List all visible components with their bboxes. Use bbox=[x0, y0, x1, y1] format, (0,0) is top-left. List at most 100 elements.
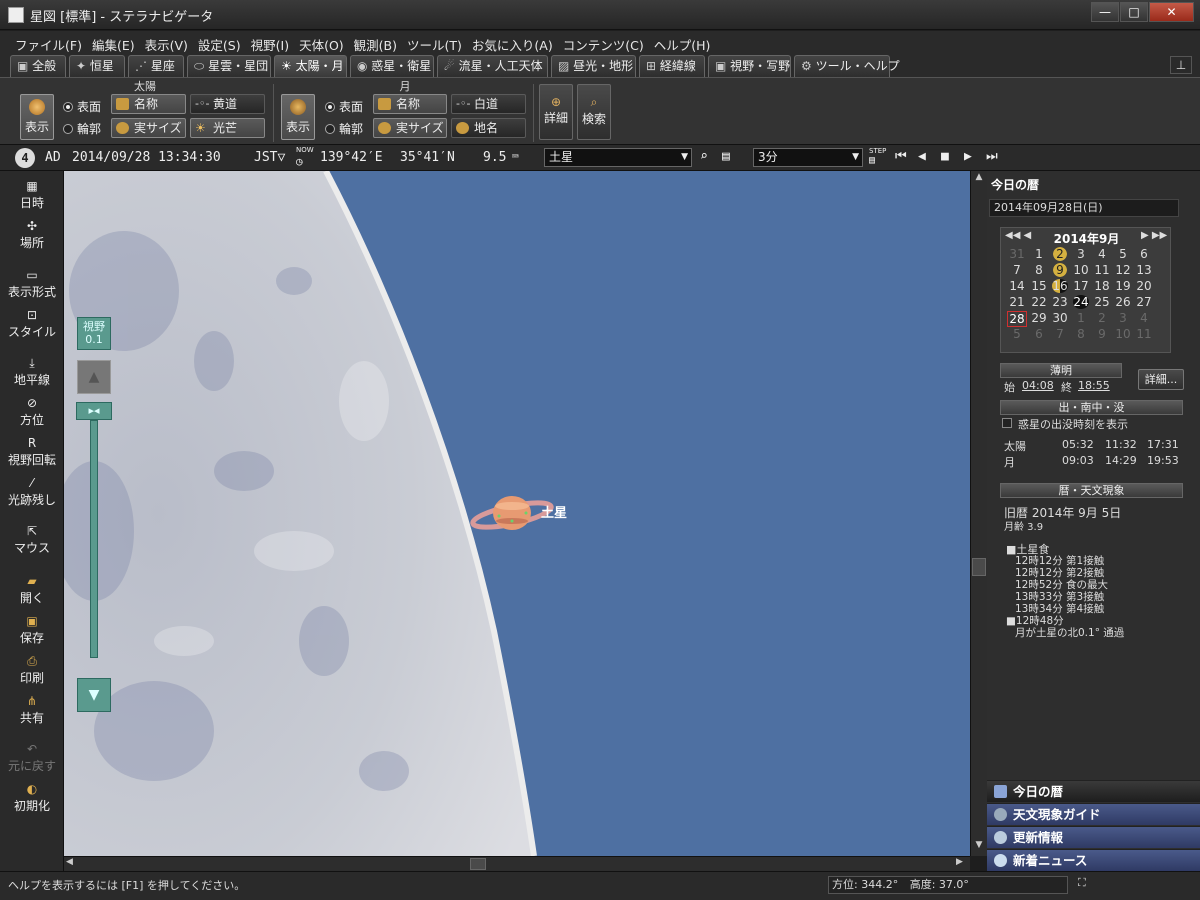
fullscreen-icon[interactable]: ⛶ bbox=[1078, 876, 1086, 890]
zoom-slider-track[interactable] bbox=[90, 420, 98, 658]
magnitude-field[interactable]: 9.5 bbox=[483, 150, 506, 165]
tab-planets[interactable]: ◉ 惑星・衛星 bbox=[350, 55, 434, 77]
calendar-day[interactable]: 31 bbox=[1007, 247, 1027, 261]
sun-surface-radio[interactable]: 表面 bbox=[63, 98, 101, 115]
calendar-day[interactable]: 6 bbox=[1029, 327, 1049, 341]
tool-undo[interactable]: ↶ 元に戻す bbox=[0, 742, 64, 774]
sun-name-button[interactable]: 名称 bbox=[111, 94, 186, 114]
calendar-next-button[interactable]: ▶ ▶▶ bbox=[1141, 230, 1167, 241]
tool-share[interactable]: ⋔ 共有 bbox=[0, 694, 64, 726]
fov-display[interactable]: 視野 0.1 bbox=[77, 317, 111, 350]
calendar-day[interactable]: 6 bbox=[1134, 247, 1154, 261]
list-icon[interactable]: ▤ bbox=[722, 149, 730, 164]
calendar-day[interactable]: 21 bbox=[1007, 295, 1027, 309]
calendar-day[interactable]: 17 bbox=[1071, 279, 1091, 293]
place-name-button[interactable]: 地名 bbox=[451, 118, 526, 138]
calendar-day[interactable]: 30 bbox=[1050, 311, 1070, 325]
calendar-day[interactable]: 9 bbox=[1092, 327, 1112, 341]
now-label[interactable]: NOW bbox=[296, 146, 314, 154]
tab-sun-moon[interactable]: ☀ 太陽・月 bbox=[274, 55, 347, 77]
calendar-day[interactable]: 3 bbox=[1071, 247, 1091, 261]
calendar-day[interactable]: 29 bbox=[1029, 311, 1049, 325]
calendar-day[interactable]: 14 bbox=[1007, 279, 1027, 293]
calendar-day[interactable]: 26 bbox=[1113, 295, 1133, 309]
calendar-day[interactable]: 23 bbox=[1050, 295, 1070, 309]
calendar-day[interactable]: 5 bbox=[1113, 247, 1133, 261]
calendar-day[interactable]: 27 bbox=[1134, 295, 1154, 309]
calendar-day[interactable]: 4 bbox=[1134, 311, 1154, 325]
mode-badge[interactable]: 4 bbox=[15, 148, 35, 168]
news-button[interactable]: 新着ニュース bbox=[987, 849, 1200, 871]
calendar-day[interactable]: 12 bbox=[1113, 263, 1133, 277]
stop-icon[interactable]: ■ bbox=[941, 149, 949, 164]
calendar-day[interactable]: 11 bbox=[1134, 327, 1154, 341]
tab-stars[interactable]: ✦ 恒星 bbox=[69, 55, 125, 77]
tab-constellations[interactable]: ⋰ 星座 bbox=[128, 55, 184, 77]
ecliptic-button[interactable]: -◦- 黄道 bbox=[190, 94, 265, 114]
tool-reset[interactable]: ◐ 初期化 bbox=[0, 782, 64, 814]
calendar-day[interactable]: 18 bbox=[1092, 279, 1112, 293]
sun-show-button[interactable]: 表示 bbox=[20, 94, 54, 140]
tool-mouse[interactable]: ⇱ マウス bbox=[0, 524, 64, 556]
calendar-day[interactable]: 4 bbox=[1092, 247, 1112, 261]
calendar-day[interactable]: 15 bbox=[1029, 279, 1049, 293]
calendar-day[interactable]: 5 bbox=[1007, 327, 1027, 341]
moon-outline-radio[interactable]: 輪郭 bbox=[325, 120, 363, 137]
zoom-slider-handle[interactable]: ▸◂ bbox=[76, 402, 112, 420]
skip-forward-icon[interactable]: ⏭ bbox=[986, 149, 998, 164]
calendar-day[interactable]: 10 bbox=[1071, 263, 1091, 277]
calendar-day[interactable]: 3 bbox=[1113, 311, 1133, 325]
calendar-day[interactable]: 1 bbox=[1029, 247, 1049, 261]
horizontal-scrollbar[interactable]: ◀ ▶ bbox=[64, 856, 970, 871]
tool-save[interactable]: ▣ 保存 bbox=[0, 614, 64, 646]
timezone-select[interactable]: JST▽ bbox=[254, 150, 285, 165]
tool-horizon[interactable]: ⤓ 地平線 bbox=[0, 356, 64, 388]
tool-display-format[interactable]: ▭ 表示形式 bbox=[0, 268, 64, 300]
scroll-left-icon[interactable]: ◀ bbox=[66, 857, 78, 870]
pin-icon[interactable]: ⊥ bbox=[1170, 56, 1192, 74]
keyboard-icon[interactable]: ⌨ bbox=[512, 150, 519, 163]
detail-button[interactable]: ⊕ 詳細 bbox=[539, 84, 573, 140]
tool-fov-rotate[interactable]: R 視野回転 bbox=[0, 436, 64, 468]
play-icon[interactable]: ▶ bbox=[964, 149, 972, 164]
moon-show-button[interactable]: 表示 bbox=[281, 94, 315, 140]
tab-daylight-terrain[interactable]: ▨ 昼光・地形 bbox=[551, 55, 636, 77]
updates-button[interactable]: 更新情報 bbox=[987, 826, 1200, 848]
calendar-day[interactable]: 8 bbox=[1071, 327, 1091, 341]
minimize-button[interactable]: — bbox=[1091, 2, 1119, 22]
tool-direction[interactable]: ⊘ 方位 bbox=[0, 396, 64, 428]
maximize-button[interactable]: □ bbox=[1120, 2, 1148, 22]
target-select[interactable]: 土星 ▼ bbox=[544, 148, 692, 167]
calendar-day[interactable]: 11 bbox=[1092, 263, 1112, 277]
twilight-detail-button[interactable]: 詳細... bbox=[1138, 369, 1184, 390]
calendar-day[interactable]: 22 bbox=[1029, 295, 1049, 309]
latitude-field[interactable]: 35°41′N bbox=[400, 150, 455, 165]
tab-fov-camera[interactable]: ▣ 視野・写野 bbox=[708, 55, 791, 77]
calendar-day[interactable]: 19 bbox=[1113, 279, 1133, 293]
calendar-day[interactable]: 9 bbox=[1050, 263, 1070, 277]
moon-surface-radio[interactable]: 表面 bbox=[325, 98, 363, 115]
step-back-icon[interactable]: ◀ bbox=[918, 149, 926, 164]
vertical-scrollbar[interactable]: ▲ ▼ bbox=[970, 171, 987, 856]
search-button[interactable]: ⌕ 検索 bbox=[577, 84, 611, 140]
tab-grid-lines[interactable]: ⊞ 経緯線 bbox=[639, 55, 705, 77]
sky-view[interactable]: 土星 視野 0.1 ▲ ▸◂ ▼ bbox=[64, 171, 970, 856]
corona-button[interactable]: ☀ 光芒 bbox=[190, 118, 265, 138]
zoom-in-button[interactable]: ▲ bbox=[77, 360, 111, 394]
sun-outline-radio[interactable]: 輪郭 bbox=[63, 120, 101, 137]
calendar-day[interactable]: 24 bbox=[1073, 295, 1089, 309]
scroll-down-icon[interactable]: ▼ bbox=[972, 840, 986, 854]
find-icon[interactable]: ⌕ bbox=[700, 149, 708, 164]
calendar-day[interactable]: 8 bbox=[1029, 263, 1049, 277]
white-path-button[interactable]: -◦- 白道 bbox=[451, 94, 526, 114]
scroll-up-icon[interactable]: ▲ bbox=[972, 172, 986, 186]
vertical-scroll-thumb[interactable] bbox=[972, 558, 986, 576]
skip-back-icon[interactable]: ⏮ bbox=[895, 149, 907, 164]
astro-guide-button[interactable]: 天文現象ガイド bbox=[987, 803, 1200, 825]
calendar-day[interactable]: 1 bbox=[1071, 311, 1091, 325]
now-clock-icon[interactable]: ◷ bbox=[296, 155, 303, 168]
tool-open[interactable]: ▰ 開く bbox=[0, 574, 64, 606]
tool-trail[interactable]: ⁄ 光跡残し bbox=[0, 476, 64, 508]
moon-name-button[interactable]: 名称 bbox=[373, 94, 447, 114]
tool-print[interactable]: ⎙ 印刷 bbox=[0, 654, 64, 686]
